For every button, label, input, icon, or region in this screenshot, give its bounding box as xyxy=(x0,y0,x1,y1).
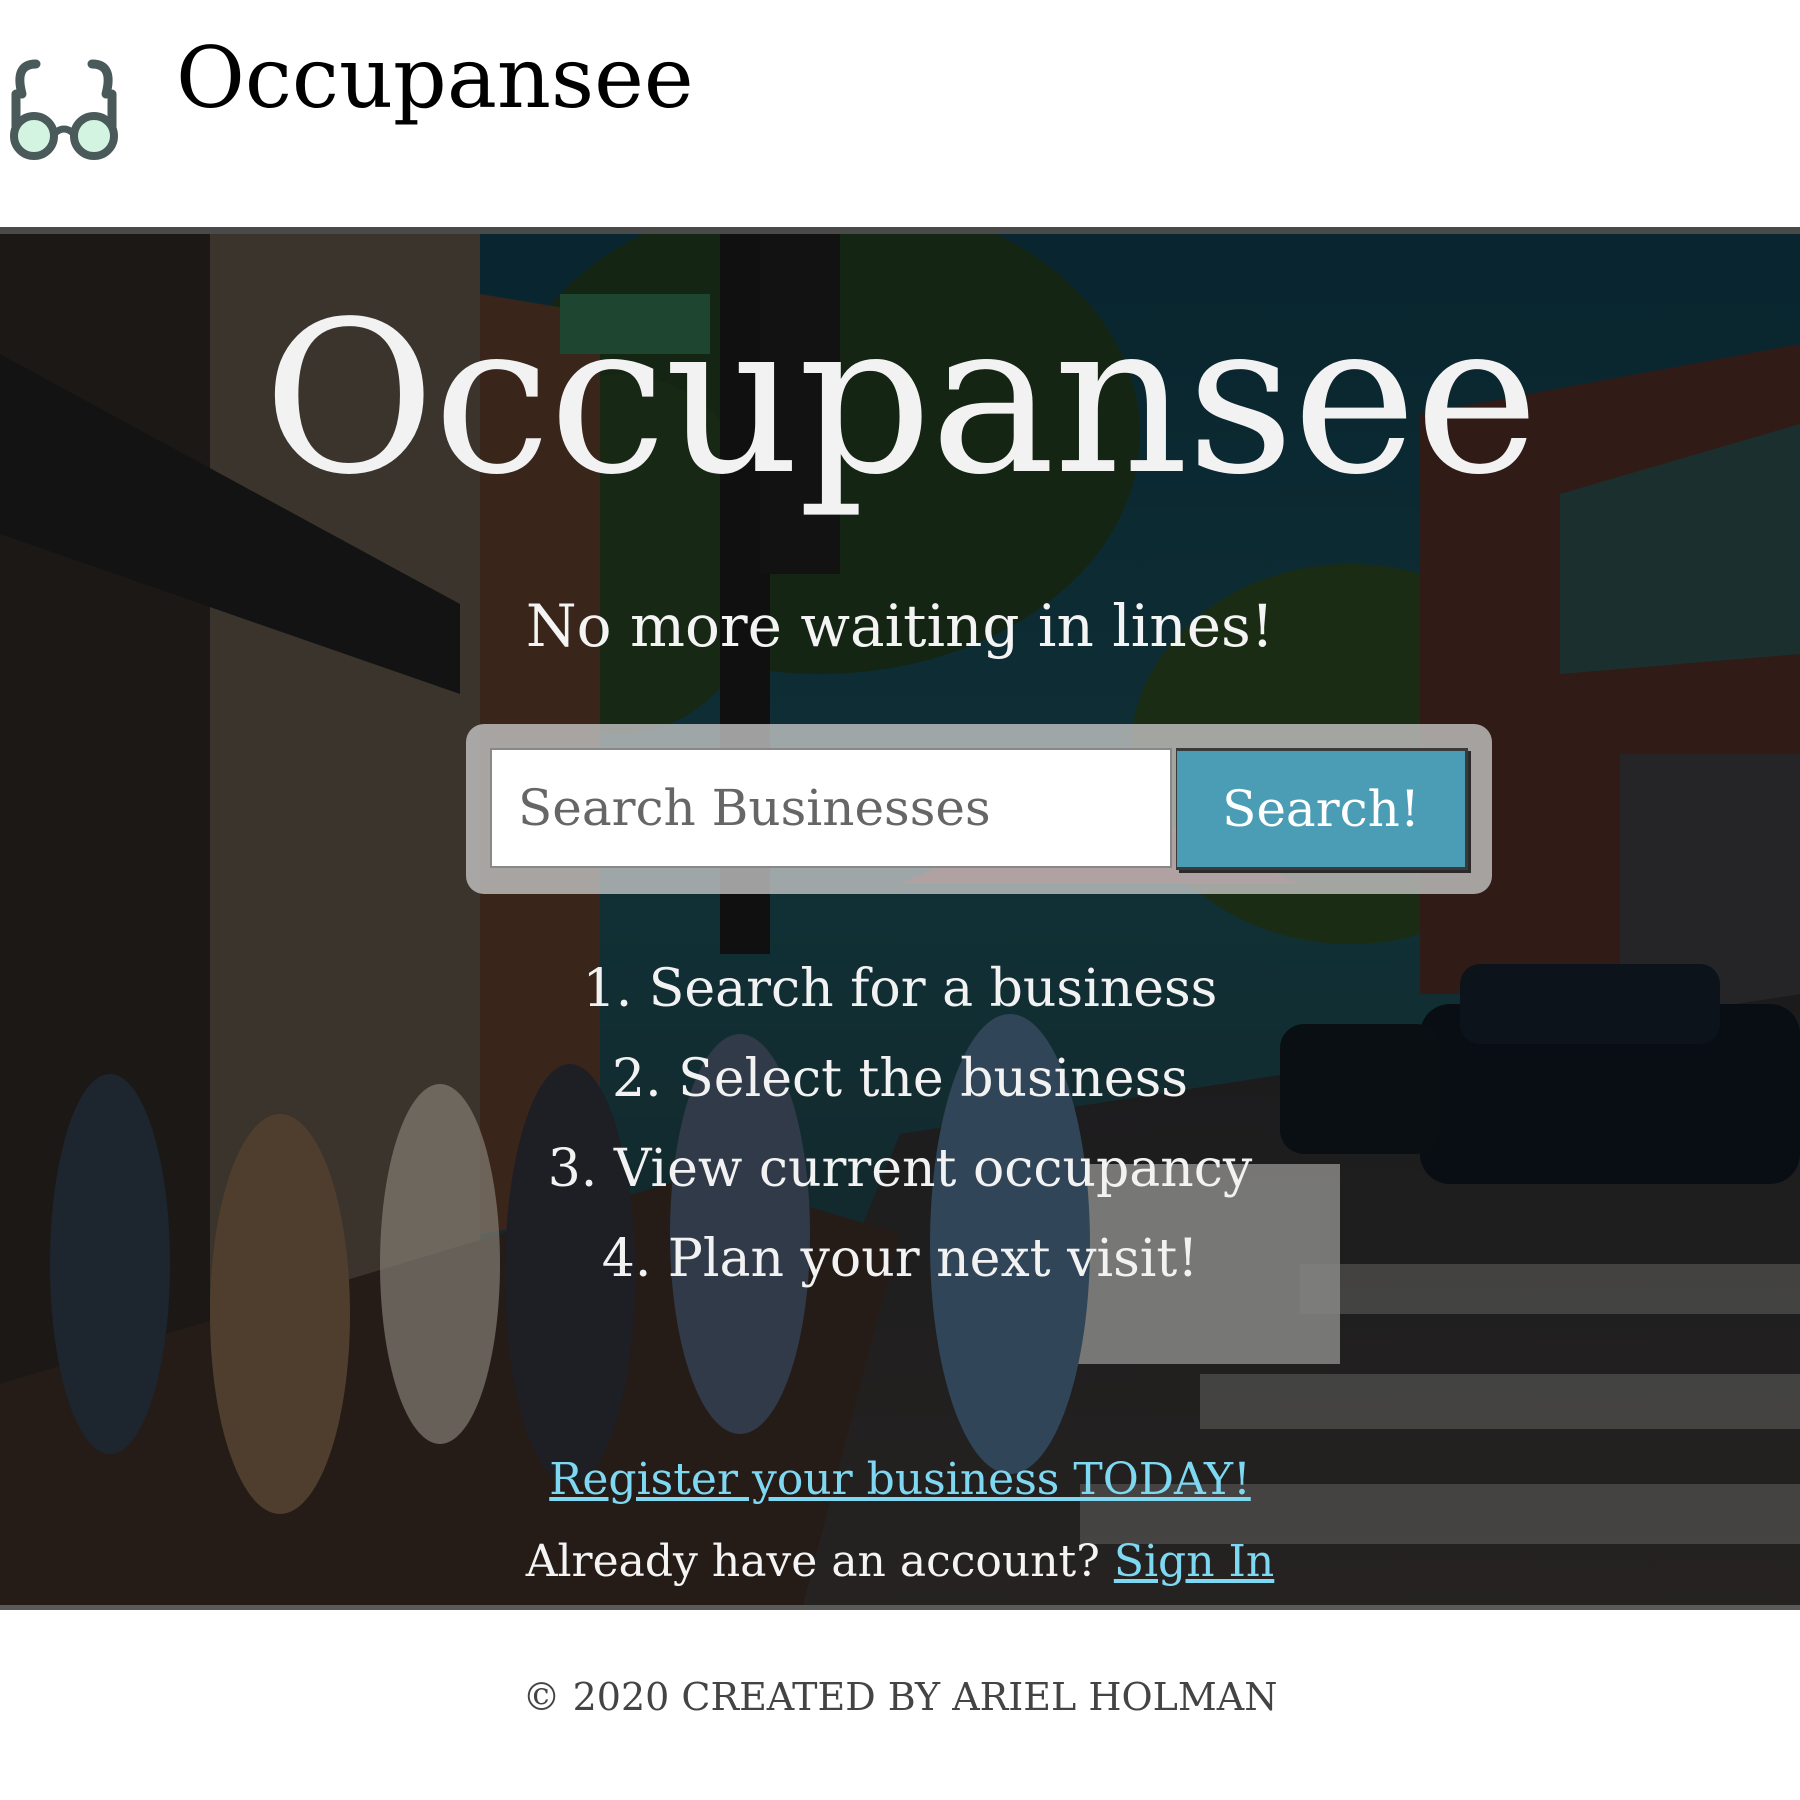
glasses-icon[interactable] xyxy=(4,54,124,164)
signin-prompt-text: Already have an account? xyxy=(525,1536,1100,1587)
register-business-link[interactable]: Register your business TODAY! xyxy=(549,1454,1251,1505)
hero-title: Occupansee xyxy=(263,276,1539,521)
list-item: 1. Search for a business xyxy=(582,959,1218,1019)
list-item: 3. View current occupancy xyxy=(547,1139,1253,1199)
brand-name[interactable]: Occupansee xyxy=(176,36,694,120)
list-item: 2. Select the business xyxy=(612,1049,1188,1109)
how-it-works-list: 1. Search for a business 2. Select the b… xyxy=(0,944,1800,1304)
register-link-container: Register your business TODAY! xyxy=(0,1454,1800,1505)
signin-prompt: Already have an account? Sign In xyxy=(0,1536,1800,1587)
search-button[interactable]: Search! xyxy=(1176,748,1468,870)
hero-subtitle: No more waiting in lines! xyxy=(525,592,1275,660)
signin-link[interactable]: Sign In xyxy=(1114,1536,1274,1587)
list-item: 4. Plan your next visit! xyxy=(601,1229,1199,1289)
hero-section: Occupansee No more waiting in lines! Sea… xyxy=(0,227,1800,1610)
footer-copyright: © 2020 CREATED BY ARIEL HOLMAN xyxy=(522,1675,1278,1719)
search-bar: Search! xyxy=(466,724,1492,894)
search-input[interactable] xyxy=(490,748,1172,868)
top-nav: Occupansee xyxy=(0,0,1800,227)
